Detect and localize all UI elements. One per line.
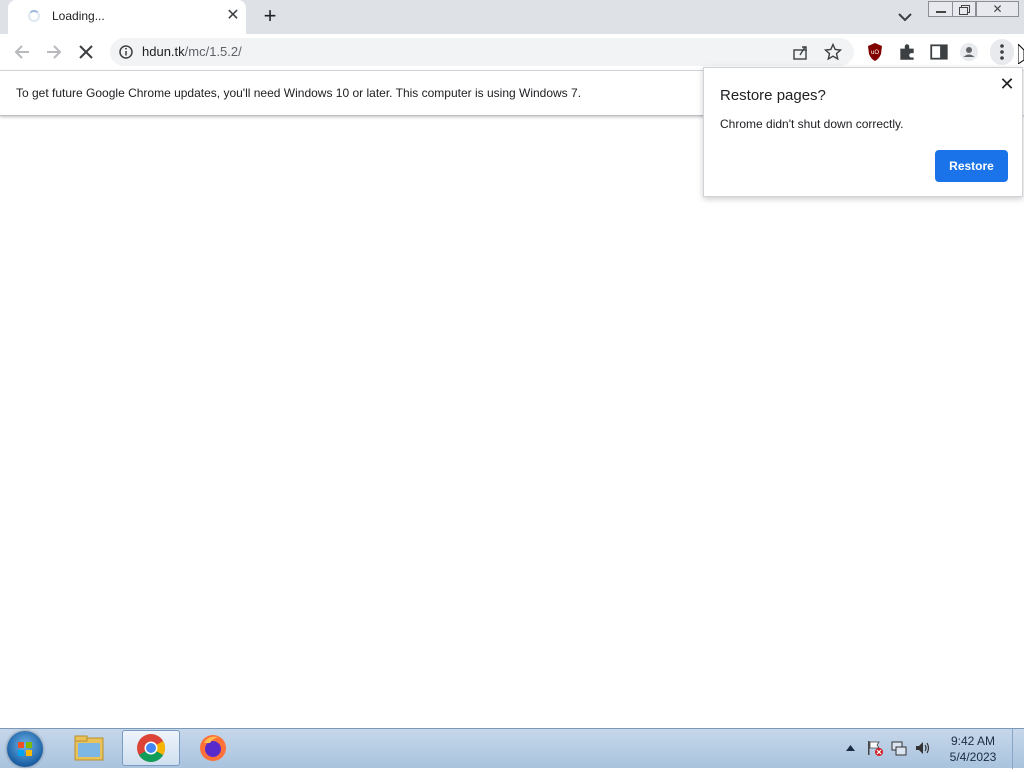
url-host: hdun.tk — [142, 44, 185, 59]
clock-date: 5/4/2023 — [949, 750, 997, 764]
restore-button[interactable]: Restore — [935, 150, 1008, 182]
kebab-menu-icon[interactable] — [990, 39, 1014, 65]
dialog-message: Chrome didn't shut down correctly. — [720, 117, 904, 131]
infobar-message: To get future Google Chrome updates, you… — [16, 86, 582, 100]
info-icon[interactable] — [119, 45, 133, 59]
taskbar-explorer[interactable] — [60, 730, 118, 766]
url-text[interactable]: hdun.tk/mc/1.5.2/ — [142, 44, 242, 59]
puzzle-icon[interactable] — [897, 42, 917, 62]
action-center-flag-icon[interactable] — [866, 739, 884, 757]
browser-tab[interactable]: Loading... ✕ — [8, 0, 246, 34]
taskbar: 9:42 AM 5/4/2023 — [0, 728, 1024, 769]
forward-arrow-icon[interactable] — [44, 42, 64, 62]
ublock-icon[interactable]: uO — [865, 42, 885, 62]
share-icon[interactable] — [792, 44, 809, 61]
new-tab-button[interactable]: + — [259, 5, 281, 27]
chrome-icon — [137, 734, 165, 762]
side-panel-icon[interactable] — [929, 42, 949, 62]
tab-strip: Loading... ✕ + ✕ — [0, 0, 1024, 34]
clock-time: 9:42 AM — [950, 734, 996, 748]
show-desktop-button[interactable] — [1012, 729, 1024, 769]
windows-logo-icon — [18, 742, 32, 756]
profile-icon[interactable] — [959, 42, 979, 62]
tab-close-icon[interactable]: ✕ — [224, 6, 242, 26]
address-bar[interactable]: hdun.tk/mc/1.5.2/ — [110, 38, 854, 66]
svg-text:uO: uO — [871, 50, 879, 56]
url-path: /mc/1.5.2/ — [184, 44, 242, 59]
toolbar: hdun.tk/mc/1.5.2/ uO — [0, 34, 1024, 71]
restore-pages-dialog: Restore pages? Chrome didn't shut down c… — [703, 67, 1023, 197]
stop-icon[interactable] — [76, 42, 96, 62]
mouse-cursor-icon — [1018, 44, 1024, 64]
tray-expand-icon[interactable] — [846, 745, 855, 751]
taskbar-chrome[interactable] — [122, 730, 180, 766]
dialog-close-icon[interactable]: ✕ — [997, 74, 1017, 94]
restore-window-button[interactable] — [952, 1, 976, 17]
minimize-button[interactable] — [928, 1, 953, 17]
star-icon[interactable] — [824, 43, 842, 61]
spinner-icon — [28, 10, 40, 22]
taskbar-firefox[interactable] — [184, 730, 242, 766]
network-icon[interactable] — [890, 739, 908, 757]
volume-icon[interactable] — [914, 739, 932, 757]
start-button[interactable] — [7, 731, 43, 767]
taskbar-clock[interactable]: 9:42 AM 5/4/2023 — [944, 733, 1002, 765]
close-window-button[interactable]: ✕ — [976, 1, 1019, 17]
tab-title: Loading... — [52, 9, 105, 23]
explorer-icon — [74, 735, 104, 761]
firefox-icon — [200, 735, 226, 761]
tab-search-chevron-icon[interactable] — [896, 6, 914, 26]
back-arrow-icon[interactable] — [12, 42, 32, 62]
dialog-title: Restore pages? — [720, 87, 826, 104]
